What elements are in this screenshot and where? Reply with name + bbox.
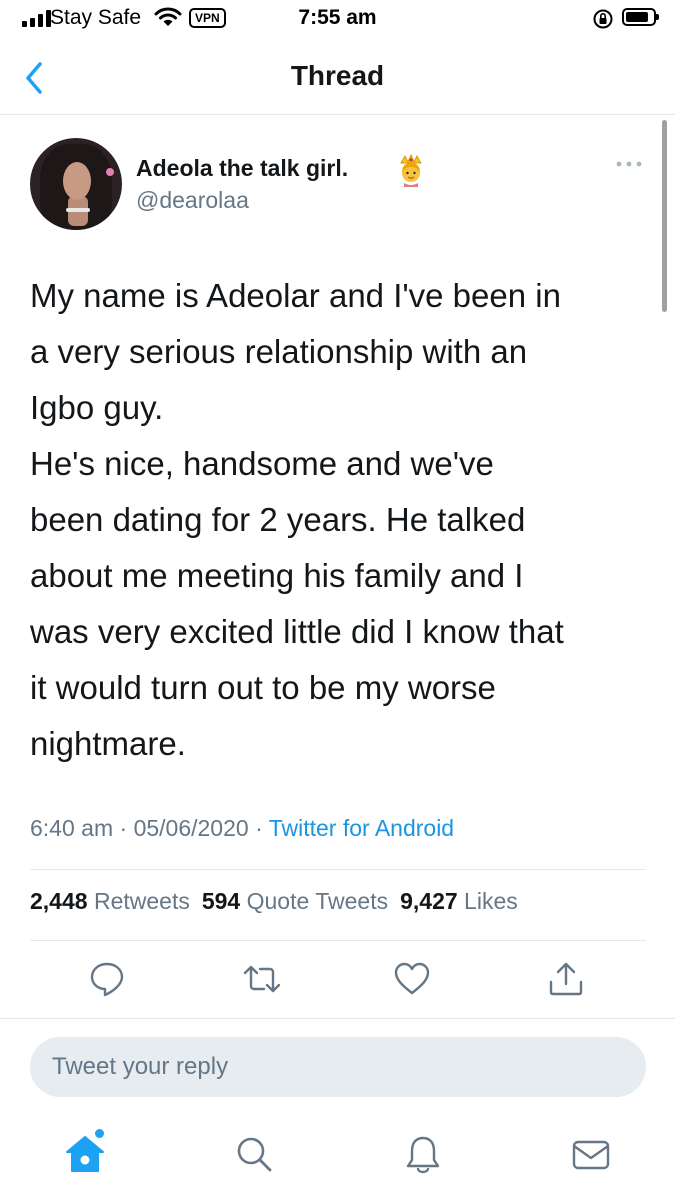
avatar[interactable]	[30, 138, 122, 230]
tweet-text-line: it would turn out to be my worse	[30, 669, 496, 706]
quotes-count: 594	[201, 888, 241, 914]
author-handle[interactable]: @dearolaa	[136, 187, 249, 214]
messages-icon[interactable]	[570, 1134, 612, 1174]
likes-label: Likes	[464, 888, 518, 914]
tweet-text-line: been dating for 2 years. He talked	[30, 501, 526, 538]
tweet-meta: 6:40 am · 05/06/2020 · Twitter for Andro…	[30, 815, 454, 842]
tweet-time: 6:40 am	[30, 815, 114, 841]
page-title: Thread	[290, 60, 385, 91]
notification-dot	[95, 1129, 104, 1138]
status-time: 7:55 am	[298, 6, 377, 29]
author-name[interactable]: Adeola the talk girl.	[136, 155, 348, 182]
home-icon[interactable]	[64, 1134, 106, 1174]
tweet-text-line: Igbo guy.	[30, 389, 164, 426]
reply-input[interactable]: Tweet your reply	[30, 1037, 646, 1097]
reply-icon[interactable]	[88, 960, 126, 998]
tweet-text: My name is Adeolar and I've been in a ve…	[30, 268, 650, 772]
search-icon[interactable]	[234, 1134, 274, 1174]
quotes-stat[interactable]: 594 Quote Tweets	[202, 888, 388, 914]
orientation-lock-icon	[593, 9, 613, 29]
like-icon[interactable]	[393, 960, 431, 998]
meta-separator: ·	[255, 815, 263, 841]
tweet-text-line: He's nice, handsome and we've	[30, 445, 494, 482]
divider	[30, 940, 646, 941]
meta-separator: ·	[119, 815, 128, 841]
tweet-date: 05/06/2020	[133, 815, 249, 841]
tweet-stats: 2,448 Retweets 594 Quote Tweets 9,427 Like…	[30, 888, 518, 915]
divider	[0, 1018, 675, 1019]
status-bar: Stay Safe VPN 7:55 am	[0, 0, 675, 40]
tweet-text-line: about me meeting his family and I	[30, 557, 524, 594]
tweet-text-line: was very excited little did I know that	[30, 613, 564, 650]
tweet-text-line: nightmare.	[30, 725, 186, 762]
likes-stat[interactable]: 9,427 Likes	[400, 888, 518, 914]
divider	[30, 869, 646, 870]
retweets-stat[interactable]: 2,448 Retweets	[30, 888, 190, 914]
retweets-label: Retweets	[93, 888, 190, 914]
share-icon[interactable]	[547, 960, 585, 998]
retweet-icon[interactable]	[242, 960, 282, 998]
quotes-label: Quote Tweets	[246, 888, 389, 914]
princess-emoji-icon	[400, 153, 422, 187]
thread-header: Thread	[0, 40, 675, 115]
notifications-icon[interactable]	[403, 1134, 443, 1176]
tweet-text-line: My name is Adeolar and I've been in	[30, 277, 561, 314]
battery-icon	[622, 8, 659, 26]
likes-count: 9,427	[400, 888, 458, 914]
tweet-source-link[interactable]: Twitter for Android	[269, 815, 454, 841]
retweets-count: 2,448	[30, 888, 88, 914]
more-options-icon[interactable]	[615, 158, 643, 170]
scrollbar[interactable]	[662, 120, 667, 312]
tweet-text-line: a very serious relationship with an	[30, 333, 528, 370]
